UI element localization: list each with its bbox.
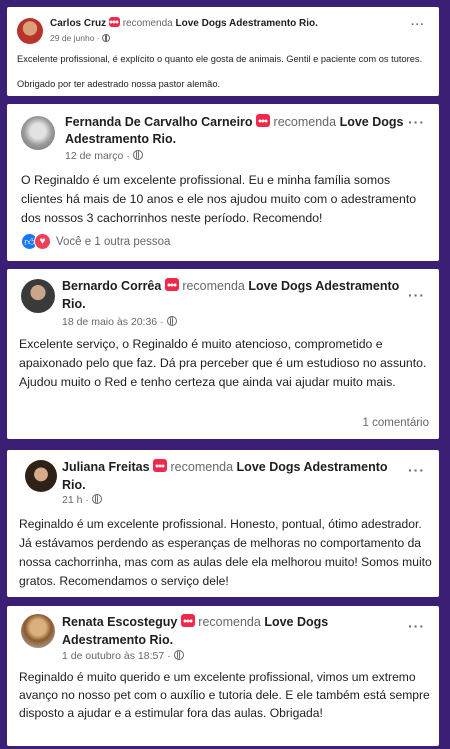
- review-text: Reginaldo é muito querido e um excelente…: [19, 670, 430, 720]
- review-card: Bernardo Corrêa recomenda Love Dogs Ades…: [7, 269, 439, 439]
- post-date[interactable]: 12 de março ·: [65, 150, 130, 162]
- reviewer-name[interactable]: Fernanda De Carvalho Carneiro: [65, 115, 253, 129]
- reactions-summary[interactable]: 👍︎ ♥ Você e 1 outra pessoa: [21, 233, 170, 250]
- reviewer-name[interactable]: Carlos Cruz: [50, 18, 106, 29]
- avatar[interactable]: [21, 279, 55, 313]
- globe-icon: [132, 150, 143, 160]
- post-date[interactable]: 21 h ·: [62, 494, 89, 506]
- recommends-text: recomenda: [122, 18, 173, 29]
- globe-icon: [166, 316, 177, 326]
- review-card: Carlos Cruz recomenda Love Dogs Adestram…: [7, 7, 439, 96]
- review-card: Fernanda De Carvalho Carneiro recomenda …: [7, 104, 439, 261]
- reviewer-name[interactable]: Renata Escosteguy: [62, 615, 177, 629]
- reviewer-name[interactable]: Bernardo Corrêa: [62, 279, 161, 293]
- comments-count[interactable]: 1 comentário: [363, 417, 429, 429]
- avatar[interactable]: [25, 460, 57, 492]
- more-options-icon[interactable]: ···: [411, 19, 425, 31]
- globe-icon: [102, 34, 110, 42]
- recommendation-icon: [256, 114, 271, 127]
- avatar[interactable]: [21, 614, 55, 648]
- recommendation-icon: [108, 17, 120, 27]
- review-text-line2: Obrigado por ter adestrado nossa pastor …: [17, 79, 221, 89]
- recommendation-icon: [180, 614, 195, 627]
- recommendation-icon: [153, 459, 168, 472]
- more-options-icon[interactable]: ···: [408, 462, 425, 478]
- recommendation-icon: [164, 278, 179, 291]
- page-name[interactable]: Love Dogs Adestramento Rio.: [176, 18, 318, 29]
- avatar[interactable]: [17, 18, 43, 44]
- recommends-text: recomenda: [182, 279, 245, 293]
- review-text: Excelente serviço, o Reginaldo é muito a…: [19, 337, 427, 389]
- review-card: Juliana Freitas recomenda Love Dogs Ades…: [7, 450, 439, 597]
- more-options-icon[interactable]: ···: [408, 114, 425, 130]
- review-text: Reginaldo é um excelente profissional. H…: [19, 517, 432, 588]
- reviewer-name[interactable]: Juliana Freitas: [62, 460, 150, 474]
- post-date[interactable]: 1 de outubro às 18:57 ·: [62, 650, 171, 662]
- recommends-text: recomenda: [170, 460, 234, 474]
- love-reaction-icon: ♥: [34, 233, 51, 250]
- recommends-text: recomenda: [273, 115, 337, 129]
- review-text: O Reginaldo é um excelente profissional.…: [21, 173, 417, 225]
- more-options-icon[interactable]: ···: [408, 618, 425, 634]
- recommends-text: recomenda: [198, 615, 261, 629]
- globe-icon: [91, 494, 102, 504]
- post-date[interactable]: 29 de junho ·: [50, 33, 100, 43]
- review-card: Renata Escosteguy recomenda Love Dogs Ad…: [7, 606, 439, 746]
- more-options-icon[interactable]: ···: [408, 287, 425, 303]
- reactions-text: Você e 1 outra pessoa: [56, 235, 171, 248]
- avatar[interactable]: [21, 116, 55, 150]
- post-date[interactable]: 18 de maio às 20:36 ·: [62, 316, 164, 328]
- globe-icon: [173, 650, 184, 660]
- review-text: Excelente profissional, é explícito o qu…: [17, 54, 423, 64]
